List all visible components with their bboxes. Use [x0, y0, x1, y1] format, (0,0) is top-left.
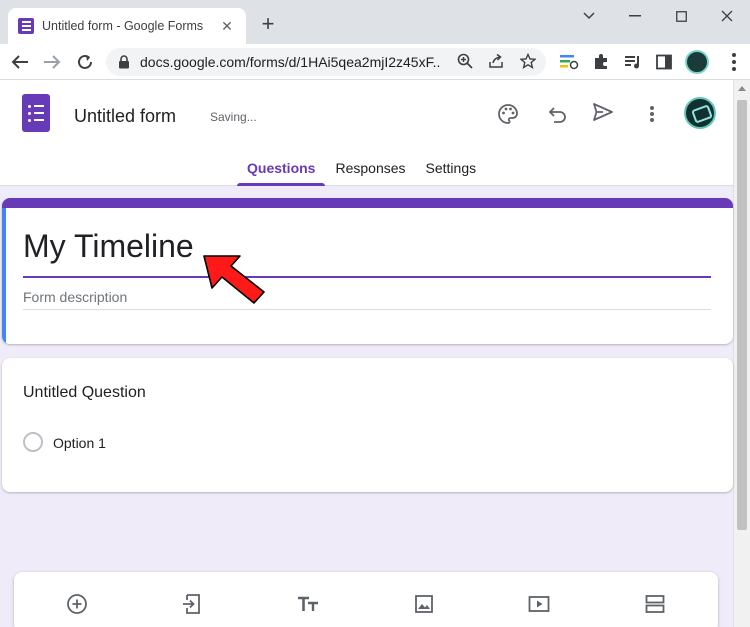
add-title-icon[interactable] — [296, 592, 320, 616]
import-questions-icon[interactable] — [179, 592, 203, 616]
window-dropdown-icon[interactable] — [566, 4, 612, 28]
add-image-icon[interactable] — [412, 592, 436, 616]
forms-header: Untitled form Saving... Questions Respon… — [0, 80, 733, 186]
close-window-icon[interactable] — [704, 4, 750, 28]
form-description-input[interactable]: Form description — [23, 289, 127, 305]
option-label[interactable]: Option 1 — [53, 435, 106, 451]
media-queue-icon[interactable] — [622, 51, 644, 73]
share-icon[interactable] — [487, 52, 505, 70]
form-title-input[interactable]: My Timeline — [23, 228, 194, 265]
browser-profile-avatar[interactable] — [685, 50, 709, 74]
question-title[interactable]: Untitled Question — [23, 384, 146, 402]
extension-link-icon[interactable] — [558, 51, 580, 73]
add-section-icon[interactable] — [643, 592, 667, 616]
account-avatar[interactable] — [684, 97, 716, 129]
red-arrow-annotation-icon — [203, 255, 265, 304]
form-title-card[interactable]: My Timeline Form description — [2, 198, 733, 344]
forward-icon[interactable] — [40, 50, 64, 74]
description-underline — [23, 309, 711, 310]
forms-favicon-icon — [18, 18, 34, 34]
url-text: docs.google.com/forms/d/1HAi5qea2mjI2z45… — [140, 54, 440, 70]
add-video-icon[interactable] — [527, 592, 551, 616]
tab-close-icon[interactable]: ✕ — [218, 18, 236, 35]
tab-responses[interactable]: Responses — [325, 154, 415, 186]
maximize-icon[interactable] — [658, 4, 704, 28]
palette-icon[interactable] — [496, 102, 520, 126]
send-icon[interactable] — [591, 100, 615, 124]
add-question-icon[interactable] — [65, 592, 89, 616]
title-card-accent-bar — [2, 198, 733, 208]
scroll-up-arrow-icon[interactable] — [738, 86, 746, 91]
tab-settings[interactable]: Settings — [416, 154, 487, 186]
form-name[interactable]: Untitled form — [74, 106, 176, 127]
page-scrollbar[interactable] — [733, 80, 750, 627]
question-card[interactable]: Untitled Question Option 1 — [2, 358, 733, 492]
browser-tab[interactable]: Untitled form - Google Forms ✕ — [8, 8, 246, 44]
more-options-icon[interactable] — [640, 102, 664, 126]
google-forms-logo-icon[interactable] — [22, 94, 50, 132]
lock-icon — [119, 55, 129, 69]
form-tabs: Questions Responses Settings — [237, 154, 486, 186]
title-card-focus-bar — [2, 208, 6, 344]
title-input-underline — [23, 276, 711, 278]
reload-icon[interactable] — [73, 50, 97, 74]
browser-menu-icon[interactable] — [726, 50, 742, 74]
browser-toolbar: docs.google.com/forms/d/1HAi5qea2mjI2z45… — [0, 44, 750, 80]
option-radio-icon — [23, 432, 43, 452]
browser-tabstrip: Untitled form - Google Forms ✕ + — [0, 0, 750, 44]
back-icon[interactable] — [8, 50, 32, 74]
bookmark-star-icon[interactable] — [519, 52, 537, 70]
tab-title: Untitled form - Google Forms — [42, 19, 204, 33]
saving-status: Saving... — [210, 110, 257, 124]
new-tab-button[interactable]: + — [256, 12, 280, 36]
address-bar[interactable]: docs.google.com/forms/d/1HAi5qea2mjI2z45… — [106, 48, 546, 76]
undo-icon[interactable] — [545, 102, 569, 126]
tab-questions[interactable]: Questions — [237, 154, 326, 186]
side-panel-icon[interactable] — [653, 51, 675, 73]
question-toolbar — [14, 572, 718, 627]
extensions-puzzle-icon[interactable] — [590, 51, 612, 73]
scroll-thumb[interactable] — [737, 100, 747, 530]
minimize-icon[interactable] — [612, 4, 658, 28]
zoom-icon[interactable] — [456, 52, 474, 70]
